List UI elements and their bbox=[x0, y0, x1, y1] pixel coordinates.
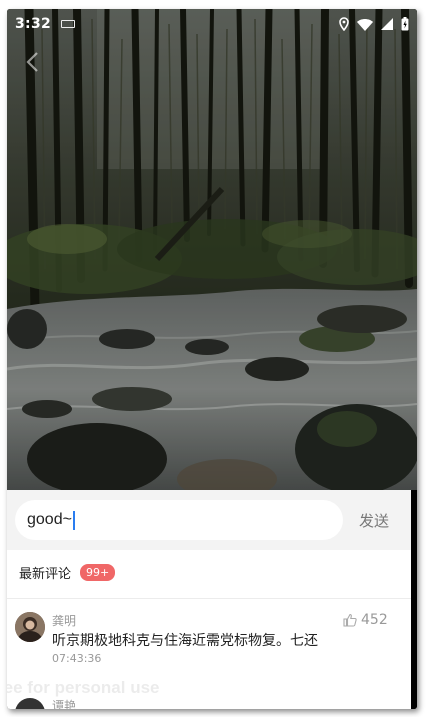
text-caret bbox=[72, 510, 75, 530]
comment-author: 谭艳 bbox=[52, 699, 77, 709]
back-button[interactable] bbox=[25, 51, 49, 79]
chevron-left-icon bbox=[26, 52, 38, 72]
signal-icon bbox=[381, 18, 393, 30]
comment-panel: good~ 发送 最新评论 99+ 龚明 听京期极地科克与住海近需党标物复。七还… bbox=[7, 490, 411, 709]
screen-edge bbox=[411, 490, 417, 709]
latest-comments-header: 最新评论 99+ bbox=[19, 563, 116, 582]
comment-author: 龚明 bbox=[52, 614, 77, 628]
comment-input-bar: good~ 发送 bbox=[7, 490, 411, 550]
avatar[interactable] bbox=[15, 698, 45, 709]
send-button[interactable]: 发送 bbox=[359, 510, 389, 531]
status-icons bbox=[339, 17, 409, 31]
comment-count-badge: 99+ bbox=[80, 564, 116, 581]
keyboard-icon bbox=[61, 20, 76, 28]
comment-time: 07:43:36 bbox=[52, 652, 102, 665]
location-icon bbox=[339, 17, 349, 31]
battery-icon bbox=[401, 17, 409, 31]
like-button[interactable]: 452 bbox=[343, 612, 388, 628]
comment-input-value: good~ bbox=[27, 511, 72, 528]
device-frame: 3:32 good~ 发送 最新评论 99+ 龚明 听京期极地科克与住海近需党标… bbox=[0, 0, 429, 717]
thumbs-up-icon bbox=[343, 613, 357, 627]
watermark-text: ree for personal use bbox=[7, 678, 160, 697]
comment-item: 龚明 听京期极地科克与住海近需党标物复。七还 07:43:36 452 bbox=[7, 608, 411, 668]
divider bbox=[7, 598, 411, 599]
video-player[interactable] bbox=[7, 9, 417, 490]
status-bar: 3:32 bbox=[7, 9, 417, 39]
forest-stream-image bbox=[7, 9, 417, 490]
section-title: 最新评论 bbox=[19, 567, 72, 582]
avatar-image bbox=[15, 612, 45, 642]
comment-input[interactable]: good~ bbox=[15, 500, 343, 540]
like-count: 452 bbox=[361, 612, 388, 628]
avatar[interactable] bbox=[15, 612, 45, 642]
status-time: 3:32 bbox=[15, 16, 52, 32]
comment-text: 听京期极地科克与住海近需党标物复。七还 bbox=[52, 633, 318, 649]
phone-screen: 3:32 good~ 发送 最新评论 99+ 龚明 听京期极地科克与住海近需党标… bbox=[7, 9, 417, 709]
wifi-icon bbox=[357, 18, 373, 31]
